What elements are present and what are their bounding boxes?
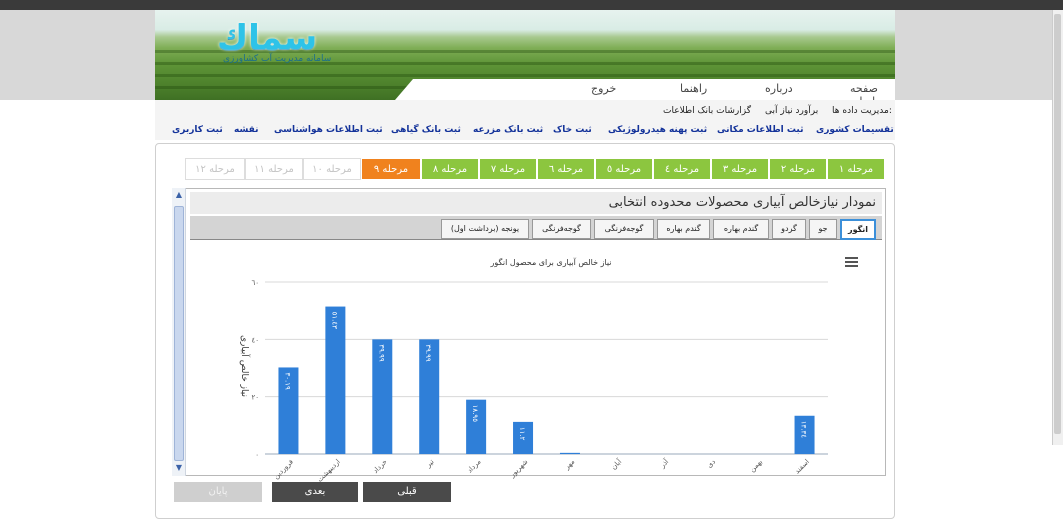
nav-about[interactable]: درباره <box>765 82 793 95</box>
menu-soil[interactable]: ثبت خاک <box>553 125 592 135</box>
step-11: مرحله ۱۱ <box>245 158 303 180</box>
step-6[interactable]: مرحله ٦ <box>537 158 595 180</box>
hamburger-icon[interactable] <box>845 257 858 267</box>
tab-spring-wheat-1[interactable]: گندم بهاره <box>713 219 769 239</box>
menu-usage[interactable]: ثبت کاربری <box>172 125 223 135</box>
finish-button: پایان <box>174 482 262 502</box>
menu-spatial[interactable]: ثبت اطلاعات مکانی <box>717 125 803 135</box>
tab-barley[interactable]: جو <box>809 219 837 239</box>
tab-walnut[interactable]: گردو <box>772 219 806 239</box>
tab-spring-wheat-2[interactable]: گندم بهاره <box>657 219 710 239</box>
chevron-down-icon[interactable]: ▼ <box>174 463 184 473</box>
step-8[interactable]: مرحله ۸ <box>421 158 479 180</box>
site-subtitle: سامانه مدیریت آب کشاورزی <box>223 54 332 64</box>
step-7[interactable]: مرحله ۷ <box>479 158 537 180</box>
panel-scrollbar[interactable]: ▲ ▼ <box>172 188 186 476</box>
menu-divisions[interactable]: تقسیمات کشوری <box>816 125 894 135</box>
menu-db-reports[interactable]: گزارشات بانک اطلاعات <box>663 106 751 116</box>
menu-row-2: تقسیمات کشوری ثبت اطلاعات مکانی ثبت پهنه… <box>155 122 895 140</box>
tab-tomato-2[interactable]: گوجه‌فرنگی <box>532 219 591 239</box>
tab-alfalfa[interactable]: یونجه (برداشت اول) <box>441 219 529 239</box>
step-9[interactable]: مرحله ۹ <box>361 158 421 180</box>
tab-grape[interactable]: انگور <box>840 219 876 240</box>
page-scrollbar-thumb[interactable] <box>1054 14 1061 434</box>
menu-hydro[interactable]: ثبت پهنه هیدرولوژیکی <box>608 125 707 135</box>
tab-tomato-1[interactable]: گوجه‌فرنگی <box>594 219 654 239</box>
chevron-up-icon[interactable]: ▲ <box>174 190 184 200</box>
nav-help[interactable]: راهنما <box>680 82 707 95</box>
site-logo[interactable]: سماك <box>217 18 317 58</box>
step-3[interactable]: مرحله ۳ <box>711 158 769 180</box>
step-1[interactable]: مرحله ۱ <box>827 158 885 180</box>
step-12: مرحله ۱۲ <box>185 158 245 180</box>
step-4[interactable]: مرحله ٤ <box>653 158 711 180</box>
chart-area <box>192 241 880 475</box>
menu-row-1: مدیریت داده ها: برآورد نیاز آبی گزارشات … <box>155 100 895 122</box>
next-button[interactable]: بعدی <box>272 482 358 502</box>
menu-plant[interactable]: ثبت بانک گیاهی <box>391 125 461 135</box>
menu-weather[interactable]: ثبت اطلاعات هواشناسی <box>274 125 383 135</box>
wizard-steps: مرحله ۱ مرحله ۲ مرحله ۳ مرحله ٤ مرحله ٥ … <box>185 158 885 180</box>
nav-logout[interactable]: خروج <box>591 82 616 95</box>
menu-water-need[interactable]: برآورد نیاز آبی <box>765 106 818 116</box>
step-2[interactable]: مرحله ۲ <box>769 158 827 180</box>
menu-data-management: مدیریت داده ها: <box>832 106 892 116</box>
step-5[interactable]: مرحله ٥ <box>595 158 653 180</box>
panel-scrollbar-thumb[interactable] <box>174 206 184 461</box>
step-10: مرحله ۱۰ <box>303 158 361 180</box>
top-nav: صفحه اصلی درباره راهنما خروج <box>395 79 895 100</box>
prev-button[interactable]: قبلی <box>363 482 451 502</box>
menu-farm[interactable]: ثبت بانک مزرعه <box>473 125 543 135</box>
window-topbar <box>0 0 1063 10</box>
panel-title: نمودار نیازخالص آبیاری محصولات محدوده ان… <box>190 192 882 214</box>
menu-map[interactable]: نقشه <box>234 125 258 135</box>
